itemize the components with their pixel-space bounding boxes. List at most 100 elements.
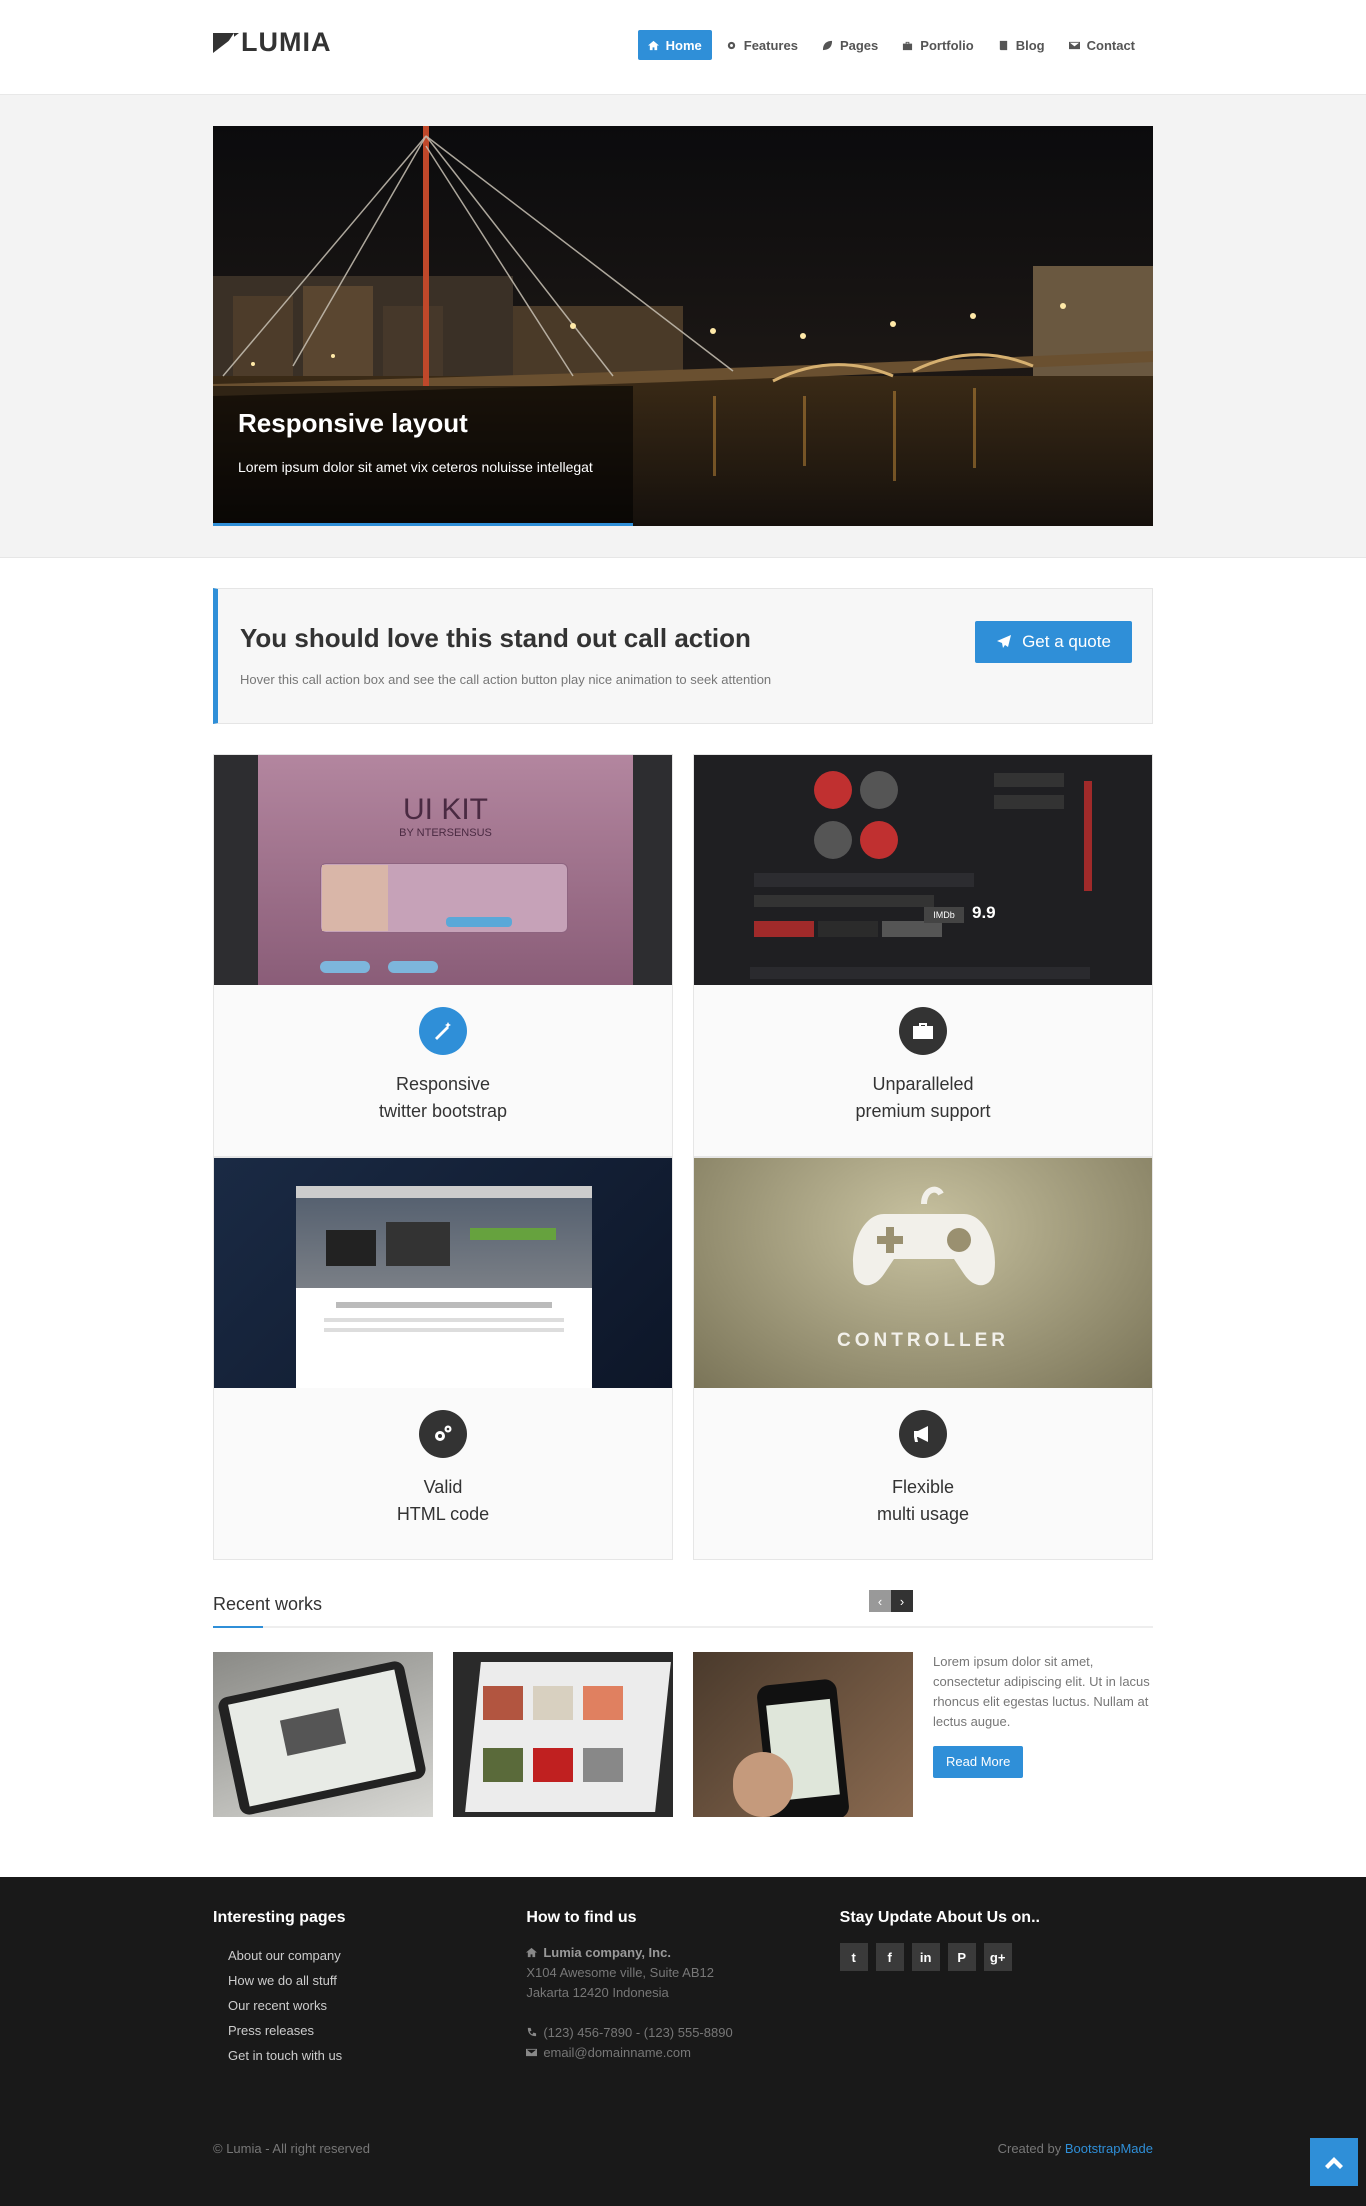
prev-arrow-icon[interactable]: ‹	[869, 1590, 891, 1612]
hero-slider[interactable]: Responsive layout Lorem ipsum dolor sit …	[213, 126, 1153, 526]
thumb-subtitle: BY NTERSENSUS	[399, 827, 492, 839]
plane-icon	[997, 635, 1012, 648]
briefcase-icon	[903, 41, 913, 50]
main-nav: Home Features Pages Portfolio Blog Conta…	[637, 30, 1145, 60]
site-footer: Interesting pages About our company How …	[0, 1877, 1366, 2206]
logo-mark-icon	[213, 31, 239, 53]
get-quote-button[interactable]: Get a quote	[975, 621, 1132, 663]
thumb-title: UI KIT	[402, 793, 488, 826]
chevron-up-icon	[1325, 2157, 1343, 2169]
feature-icon-circle	[419, 1410, 467, 1458]
footer-bottom: © Lumia - All right reserved Created by …	[213, 2141, 1153, 2156]
nav-blog[interactable]: Blog	[988, 30, 1055, 60]
nav-pages-label: Pages	[839, 37, 879, 53]
hero-section: Responsive layout Lorem ipsum dolor sit …	[0, 95, 1366, 558]
nav-pages[interactable]: Pages	[812, 30, 888, 60]
feature-title-line2: premium support	[855, 1101, 991, 1121]
nav-portfolio[interactable]: Portfolio	[892, 30, 983, 60]
feature-card: CONTROLLER Flexible multi usage	[693, 1157, 1153, 1560]
features-grid: UI KIT BY NTERSENSUS Responsive twitter …	[213, 754, 1153, 1560]
feature-title-line1: Responsive	[395, 1074, 491, 1094]
slider-caption: Responsive layout Lorem ipsum dolor sit …	[213, 386, 633, 526]
gear-icon	[727, 41, 735, 49]
cogs-icon	[435, 1425, 452, 1441]
home-icon	[647, 40, 659, 50]
feature-thumb-ui-kit[interactable]: UI KIT BY NTERSENSUS	[214, 755, 672, 985]
created-by: Created by BootstrapMade	[998, 2141, 1153, 2156]
footer-col-social: Stay Update About Us on.. t f in P g+	[839, 1909, 1153, 2068]
footer-heading: Interesting pages	[213, 1909, 346, 1926]
linkedin-icon[interactable]: in	[911, 1943, 940, 1971]
company-name: Lumia company, Inc.	[543, 1945, 671, 1960]
facebook-icon[interactable]: f	[875, 1943, 904, 1971]
get-quote-label: Get a quote	[1022, 632, 1111, 651]
phone-icon	[528, 2027, 537, 2037]
created-prefix: Created by	[997, 2141, 1062, 2156]
twitter-icon[interactable]: t	[839, 1943, 868, 1971]
envelope-icon	[526, 2048, 538, 2057]
feature-icon-circle	[899, 1007, 947, 1055]
feature-thumb-website[interactable]	[214, 1158, 672, 1388]
footer-link[interactable]: How we do all stuff	[228, 1968, 526, 1993]
work-thumb[interactable]	[453, 1652, 673, 1817]
thumb-rating: 9.9	[972, 903, 996, 922]
nav-features-label: Features	[743, 37, 798, 53]
slider-text: Lorem ipsum dolor sit amet vix ceteros n…	[238, 459, 593, 475]
footer-col-address: How to find us Lumia company, Inc. X104 …	[526, 1909, 839, 2068]
footer-heading: Stay Update About Us on..	[839, 1909, 1040, 1926]
carousel-controls: ‹ ›	[869, 1590, 913, 1612]
game-controller-icon	[853, 1186, 995, 1286]
home-icon	[526, 1947, 538, 1958]
work-thumb[interactable]	[693, 1652, 913, 1817]
footer-link[interactable]: About our company	[228, 1943, 526, 1968]
footer-link[interactable]: Get in touch with us	[228, 2043, 526, 2068]
address-line: X104 Awesome ville, Suite AB12	[526, 1965, 714, 1980]
magic-wand-icon	[435, 1022, 451, 1040]
feature-card: UI KIT BY NTERSENSUS Responsive twitter …	[213, 754, 673, 1157]
phone-number: (123) 456-7890 - (123) 555-8890	[543, 2025, 733, 2040]
logo-text: LUMIA	[241, 26, 332, 57]
recent-works-description: Lorem ipsum dolor sit amet, consectetur …	[933, 1652, 1153, 1817]
feature-card: IMDb 9.9 Unparalleled premium support	[693, 754, 1153, 1157]
leaf-icon	[822, 40, 833, 50]
thumb-title: CONTROLLER	[837, 1330, 1009, 1351]
footer-heading: How to find us	[526, 1909, 637, 1926]
logo[interactable]: LUMIA	[213, 26, 332, 57]
bootstrapmade-link[interactable]: BootstrapMade	[1065, 2141, 1153, 2156]
recent-text: Lorem ipsum dolor sit amet, consectetur …	[933, 1654, 1150, 1729]
section-title: Recent works	[213, 1594, 323, 1614]
bullhorn-icon	[914, 1426, 928, 1442]
feature-title-line2: HTML code	[396, 1504, 490, 1524]
nav-home[interactable]: Home	[637, 30, 712, 60]
google-plus-icon[interactable]: g+	[983, 1943, 1012, 1971]
footer-link[interactable]: Press releases	[228, 2018, 526, 2043]
email-link[interactable]: email@domainname.com	[543, 2045, 691, 2060]
address-line: Jakarta 12420 Indonesia	[526, 1985, 669, 2000]
nav-contact[interactable]: Contact	[1059, 30, 1145, 60]
nav-portfolio-label: Portfolio	[920, 37, 974, 53]
copyright: © Lumia - All right reserved	[213, 2141, 370, 2156]
nav-contact-label: Contact	[1086, 37, 1135, 53]
back-to-top-button[interactable]	[1310, 2138, 1358, 2186]
feature-thumb-controller[interactable]: CONTROLLER	[694, 1158, 1152, 1388]
briefcase-icon	[913, 1023, 933, 1039]
nav-features[interactable]: Features	[716, 30, 808, 60]
feature-icon-circle	[419, 1007, 467, 1055]
recent-works: Recent works ‹ › Lorem ipsum dolor sit a…	[213, 1590, 1153, 1817]
feature-title-line2: multi usage	[876, 1504, 970, 1524]
feature-icon-circle	[899, 1410, 947, 1458]
feature-title-line1: Flexible	[891, 1477, 955, 1497]
feature-title-line1: Unparalleled	[872, 1074, 974, 1094]
footer-col-pages: Interesting pages About our company How …	[213, 1909, 526, 2068]
work-thumb[interactable]	[213, 1652, 433, 1817]
footer-link[interactable]: Our recent works	[228, 1993, 526, 2018]
feature-card: Valid HTML code	[213, 1157, 673, 1560]
feature-thumb-ui-buttons[interactable]: IMDb 9.9	[694, 755, 1152, 985]
cta-text: Hover this call action box and see the c…	[240, 672, 772, 687]
nav-home-label: Home	[665, 37, 702, 53]
book-icon	[999, 40, 1007, 50]
next-arrow-icon[interactable]: ›	[891, 1590, 913, 1612]
pinterest-icon[interactable]: P	[947, 1943, 976, 1971]
envelope-icon	[1068, 41, 1080, 49]
read-more-button[interactable]: Read More	[933, 1746, 1024, 1778]
